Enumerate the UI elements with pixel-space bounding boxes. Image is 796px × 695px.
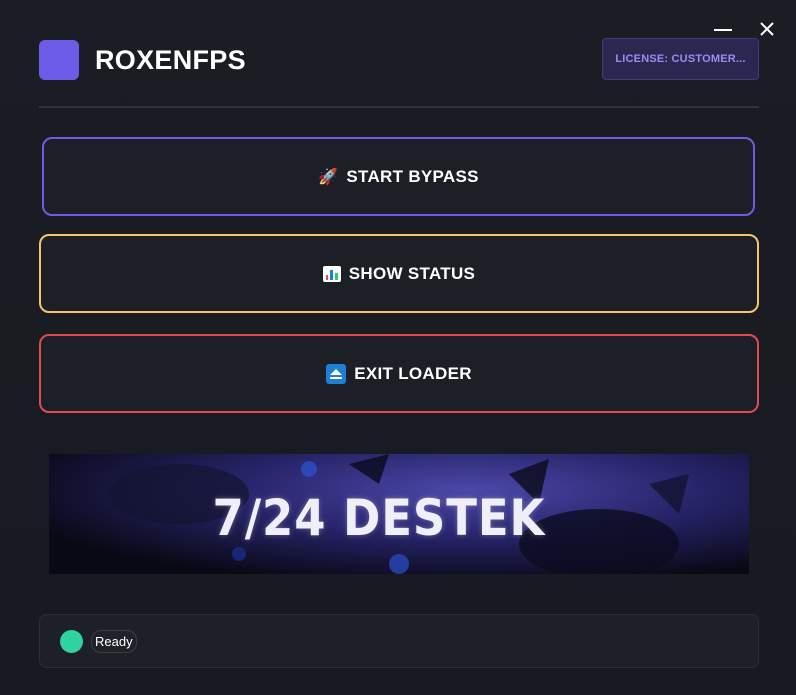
minimize-icon <box>714 29 732 31</box>
loader-window: ROXENFPS LICENSE: CUSTOMER... 🚀 START BY… <box>0 0 796 695</box>
close-button[interactable] <box>756 18 778 40</box>
minimize-button[interactable] <box>712 18 734 40</box>
header-divider <box>39 106 759 108</box>
start-bypass-label: START BYPASS <box>346 166 479 186</box>
show-status-label: SHOW STATUS <box>348 263 476 283</box>
status-bar: Ready <box>39 614 759 668</box>
header: ROXENFPS LICENSE: CUSTOMER... <box>39 38 759 81</box>
close-icon <box>760 22 774 36</box>
exit-loader-label: EXIT LOADER <box>354 363 472 383</box>
status-text: Ready <box>91 629 137 653</box>
bar-chart-icon <box>322 265 341 282</box>
app-title: ROXENFPS <box>95 44 246 75</box>
app-logo <box>39 40 79 80</box>
show-status-button[interactable]: SHOW STATUS <box>39 234 759 313</box>
license-badge[interactable]: LICENSE: CUSTOMER... <box>602 38 759 80</box>
exit-loader-button[interactable]: EXIT LOADER <box>39 334 759 413</box>
support-banner: 7/24 DESTEK <box>49 454 749 574</box>
status-indicator <box>60 629 83 653</box>
eject-icon <box>326 363 347 384</box>
banner-text: 7/24 DESTEK <box>212 489 546 547</box>
rocket-icon: 🚀 <box>318 168 339 186</box>
window-controls <box>712 18 778 40</box>
start-bypass-button[interactable]: 🚀 START BYPASS <box>42 137 755 216</box>
